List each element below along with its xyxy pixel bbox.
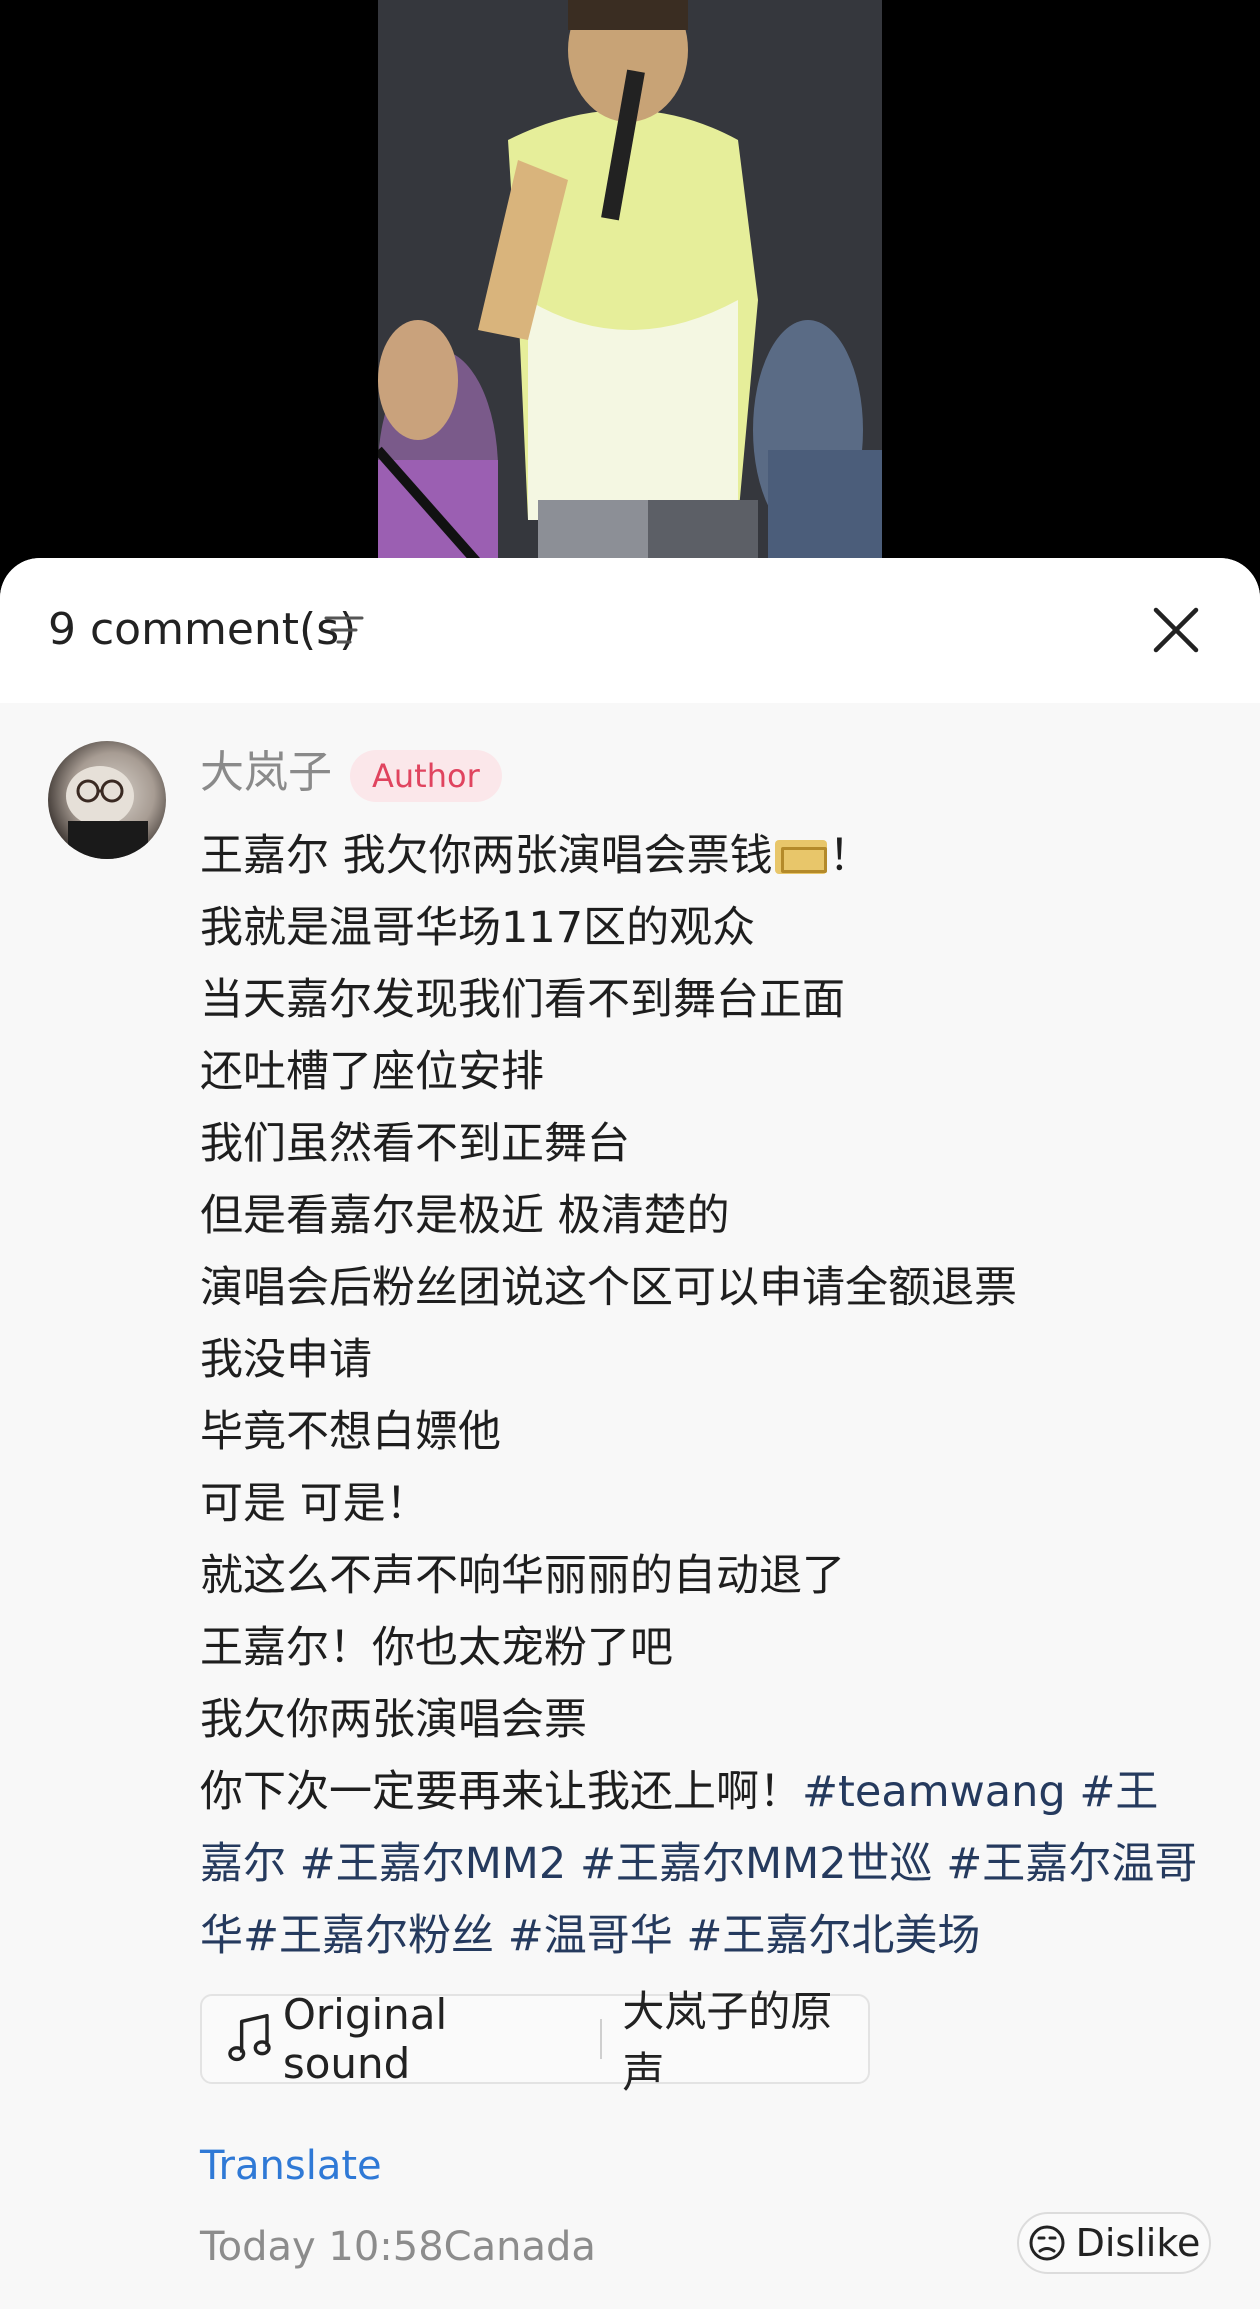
translate-link[interactable]: Translate [200, 2138, 382, 2194]
close-icon[interactable] [1148, 602, 1204, 658]
video-player[interactable] [0, 0, 1260, 620]
ticket-emoji-icon [774, 840, 827, 874]
hashtag-link[interactable]: #王嘉尔MM2世巡 [580, 1839, 933, 1889]
comment-line: 王嘉尔 我欠你两张演唱会票钱 ！ [200, 820, 1200, 892]
hashtag-link[interactable]: #王嘉尔MM2 [300, 1839, 567, 1889]
comment-line: 就这么不声不响华丽丽的自动退了 [200, 1551, 845, 1601]
comment-line: 毕竟不想白嫖他 [200, 1407, 501, 1457]
hashtag-link[interactable]: #teamwang [802, 1767, 1066, 1817]
hashtag-link[interactable]: #温哥华 [508, 1911, 673, 1961]
music-note-icon [228, 2013, 271, 2062]
sound-divider [600, 2019, 603, 2059]
video-scene-image [378, 0, 882, 620]
comments-header: 9 comment(s) [0, 558, 1260, 703]
comment-line-with-hashtags: 你下次一定要再来让我还上啊！#teamwang #王嘉尔 #王嘉尔MM2 #王嘉… [200, 1756, 1200, 1972]
sort-icon[interactable] [324, 612, 364, 648]
comment-line: 我就是温哥华场117区的观众 [200, 903, 756, 953]
comment-text: 王嘉尔 我欠你两张演唱会票钱 ！ 我就是温哥华场117区的观众 当天嘉尔发现我们看… [200, 820, 1200, 1972]
video-frame [378, 0, 882, 620]
author-badge: Author [350, 750, 502, 802]
comment-username[interactable]: 大岚子 [200, 744, 332, 802]
comment-line: 还吐槽了座位安排 [200, 1047, 544, 1097]
avatar[interactable] [48, 741, 166, 859]
dislike-label: Dislike [1075, 2221, 1201, 2265]
comment-timestamp: Today 10:58Canada [200, 2224, 596, 2270]
comment-line: 我欠你两张演唱会票 [200, 1695, 587, 1745]
comment-line: 王嘉尔！你也太宠粉了吧 [200, 1623, 673, 1673]
dislike-button[interactable]: Dislike [1017, 2212, 1211, 2274]
comment-line-text: 王嘉尔 我欠你两张演唱会票钱 [200, 831, 773, 881]
avatar-image [66, 766, 148, 859]
sound-owner-label: 大岚子的原声 [622, 1987, 833, 2097]
dislike-face-icon [1029, 2225, 1065, 2261]
comment-line-text: ！ [828, 831, 872, 881]
comment-line-text: 你下次一定要再来让我还上啊！ [200, 1767, 802, 1817]
hashtag-link[interactable]: #王嘉尔北美场 [686, 1911, 980, 1961]
comment-count: 9 comment(s) [48, 604, 357, 655]
original-sound-label: Original sound [282, 1990, 448, 2088]
comment-line: 演唱会后粉丝团说这个区可以申请全额退票 [200, 1263, 1017, 1313]
hashtag-link[interactable]: #王嘉尔粉丝 [243, 1911, 494, 1961]
comments-sheet: 9 comment(s) 大岚子 Author 王嘉尔 我欠你两张演唱会票钱 ！ … [0, 558, 1260, 2309]
original-sound-chip[interactable]: Original sound 大岚子的原声 [200, 1987, 870, 2097]
comment-line: 可是 可是！ [200, 1479, 429, 1529]
comment-line: 但是看嘉尔是极近 极清楚的 [200, 1191, 730, 1241]
comment-line: 我没申请 [200, 1335, 372, 1385]
comment-line: 我们虽然看不到正舞台 [200, 1119, 630, 1169]
comment-line: 当天嘉尔发现我们看不到舞台正面 [200, 975, 845, 1025]
